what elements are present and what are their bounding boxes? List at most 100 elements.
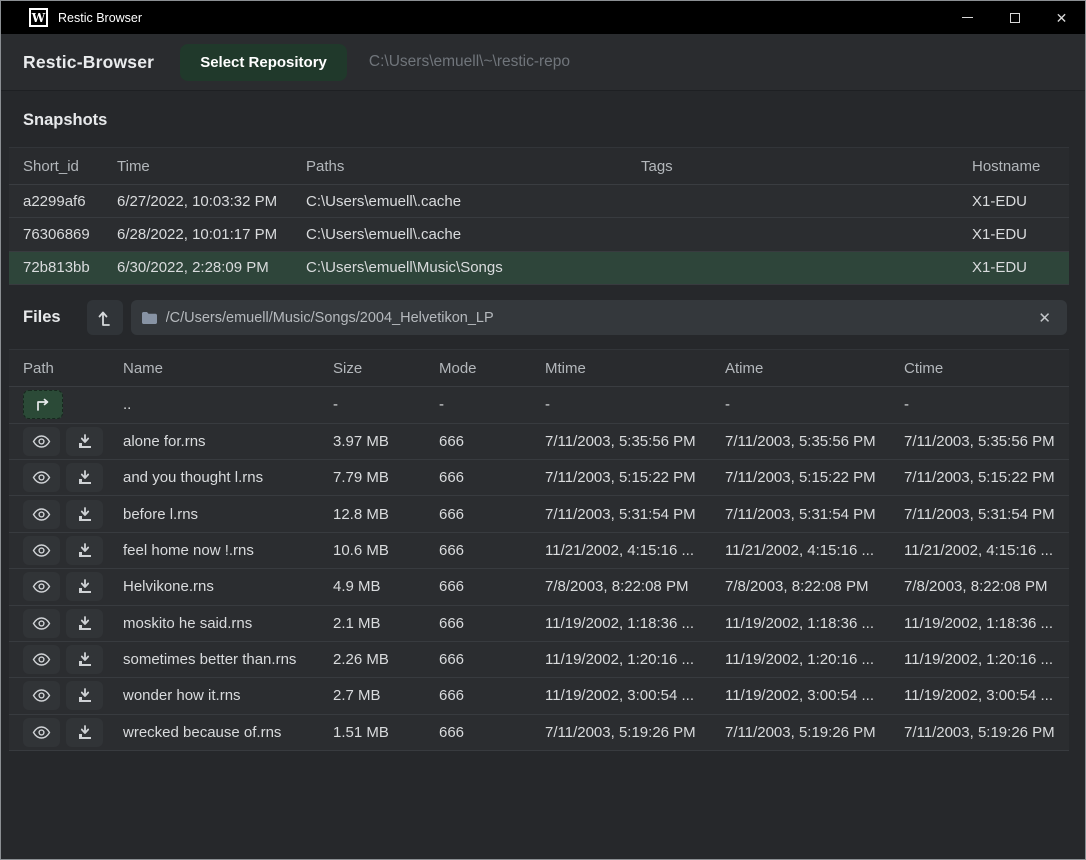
snapshot-paths: C:\Users\emuell\Music\Songs (306, 259, 641, 276)
download-file-button[interactable] (66, 427, 103, 456)
column-path: Path (23, 360, 123, 377)
file-mtime: 7/11/2003, 5:31:54 PM (545, 506, 725, 523)
maximize-icon (1010, 13, 1020, 23)
file-mode: 666 (439, 578, 545, 595)
snapshot-paths: C:\Users\emuell\.cache (306, 193, 641, 210)
file-name: alone for.rns (123, 433, 333, 450)
column-mode: Mode (439, 360, 545, 377)
app-header: Restic-Browser Select Repository C:\User… (1, 34, 1085, 91)
eye-icon (32, 471, 51, 484)
snapshots-heading: Snapshots (1, 91, 1085, 147)
clear-path-button[interactable]: ✕ (1032, 307, 1057, 329)
download-icon (77, 725, 93, 740)
column-atime: Atime (725, 360, 904, 377)
file-row: and you thought l.rns 7.79 MB 666 7/11/2… (9, 460, 1069, 496)
file-atime: 7/11/2003, 5:35:56 PM (725, 433, 904, 450)
snapshots-table-body: a2299af6 6/27/2022, 10:03:32 PM C:\Users… (9, 185, 1069, 285)
files-table-header: Path Name Size Mode Mtime Atime Ctime (9, 349, 1069, 387)
file-mode: 666 (439, 542, 545, 559)
file-ctime: 11/21/2002, 4:15:16 ... (904, 542, 1063, 559)
file-name: and you thought l.rns (123, 469, 333, 486)
download-file-button[interactable] (66, 681, 103, 710)
files-table: Path Name Size Mode Mtime Atime Ctime .. (9, 349, 1069, 751)
eye-icon (32, 617, 51, 630)
file-ctime: 7/11/2003, 5:19:26 PM (904, 724, 1063, 741)
download-icon (77, 652, 93, 667)
file-name: wrecked because of.rns (123, 724, 333, 741)
preview-file-button[interactable] (23, 718, 60, 747)
file-ctime: 7/8/2003, 8:22:08 PM (904, 578, 1063, 595)
snapshot-row[interactable]: 72b813bb 6/30/2022, 2:28:09 PM C:\Users\… (9, 252, 1069, 285)
level-up-button[interactable] (87, 300, 123, 335)
window-title: Restic Browser (58, 11, 142, 25)
file-size: 10.6 MB (333, 542, 439, 559)
file-atime: 11/19/2002, 1:20:16 ... (725, 651, 904, 668)
file-size: 2.1 MB (333, 615, 439, 632)
preview-file-button[interactable] (23, 536, 60, 565)
file-ctime: 7/11/2003, 5:15:22 PM (904, 469, 1063, 486)
file-row: wrecked because of.rns 1.51 MB 666 7/11/… (9, 715, 1069, 751)
wails-logo-icon: W (29, 8, 48, 27)
select-repository-button[interactable]: Select Repository (180, 44, 347, 81)
eye-icon (32, 435, 51, 448)
parent-dir-size: - (333, 396, 439, 413)
parent-dir-mtime: - (545, 396, 725, 413)
file-atime: 11/19/2002, 1:18:36 ... (725, 615, 904, 632)
preview-file-button[interactable] (23, 463, 60, 492)
go-parent-button[interactable] (23, 390, 63, 419)
files-heading: Files (1, 308, 61, 327)
file-atime: 11/19/2002, 3:00:54 ... (725, 687, 904, 704)
file-row: moskito he said.rns 2.1 MB 666 11/19/200… (9, 606, 1069, 642)
download-file-button[interactable] (66, 718, 103, 747)
download-file-button[interactable] (66, 500, 103, 529)
level-up-icon (96, 309, 113, 327)
file-mode: 666 (439, 433, 545, 450)
download-file-button[interactable] (66, 463, 103, 492)
column-size: Size (333, 360, 439, 377)
file-row: before l.rns 12.8 MB 666 7/11/2003, 5:31… (9, 496, 1069, 532)
maximize-button[interactable] (991, 1, 1038, 34)
file-row: alone for.rns 3.97 MB 666 7/11/2003, 5:3… (9, 424, 1069, 460)
file-name: Helvikone.rns (123, 578, 333, 595)
download-file-button[interactable] (66, 536, 103, 565)
snapshot-row[interactable]: a2299af6 6/27/2022, 10:03:32 PM C:\Users… (9, 185, 1069, 218)
snapshot-row[interactable]: 76306869 6/28/2022, 10:01:17 PM C:\Users… (9, 218, 1069, 251)
file-mode: 666 (439, 615, 545, 632)
file-atime: 7/11/2003, 5:15:22 PM (725, 469, 904, 486)
preview-file-button[interactable] (23, 427, 60, 456)
file-name: sometimes better than.rns (123, 651, 333, 668)
file-path-input[interactable]: /C/Users/emuell/Music/Songs/2004_Helveti… (131, 300, 1067, 335)
file-mtime: 11/19/2002, 1:18:36 ... (545, 615, 725, 632)
window-controls: ✕ (944, 1, 1085, 34)
snapshot-short-id: a2299af6 (23, 193, 117, 210)
column-hostname: Hostname (972, 158, 1063, 175)
download-icon (77, 616, 93, 631)
download-icon (77, 507, 93, 522)
snapshot-short-id: 72b813bb (23, 259, 117, 276)
preview-file-button[interactable] (23, 572, 60, 601)
file-ctime: 11/19/2002, 3:00:54 ... (904, 687, 1063, 704)
files-table-body: alone for.rns 3.97 MB 666 7/11/2003, 5:3… (9, 424, 1069, 752)
minimize-button[interactable] (944, 1, 991, 34)
download-file-button[interactable] (66, 609, 103, 638)
parent-dir-atime: - (725, 396, 904, 413)
close-icon: ✕ (1056, 11, 1068, 25)
file-row: feel home now !.rns 10.6 MB 666 11/21/20… (9, 533, 1069, 569)
file-name: feel home now !.rns (123, 542, 333, 559)
minimize-icon (962, 17, 973, 18)
preview-file-button[interactable] (23, 609, 60, 638)
snapshot-time: 6/27/2022, 10:03:32 PM (117, 193, 306, 210)
download-icon (77, 688, 93, 703)
close-button[interactable]: ✕ (1038, 1, 1085, 34)
column-short-id: Short_id (23, 158, 117, 175)
preview-file-button[interactable] (23, 681, 60, 710)
file-mtime: 7/11/2003, 5:35:56 PM (545, 433, 725, 450)
download-file-button[interactable] (66, 572, 103, 601)
preview-file-button[interactable] (23, 500, 60, 529)
file-row: sometimes better than.rns 2.26 MB 666 11… (9, 642, 1069, 678)
file-mode: 666 (439, 469, 545, 486)
return-arrow-icon (34, 398, 52, 412)
preview-file-button[interactable] (23, 645, 60, 674)
column-mtime: Mtime (545, 360, 725, 377)
download-file-button[interactable] (66, 645, 103, 674)
